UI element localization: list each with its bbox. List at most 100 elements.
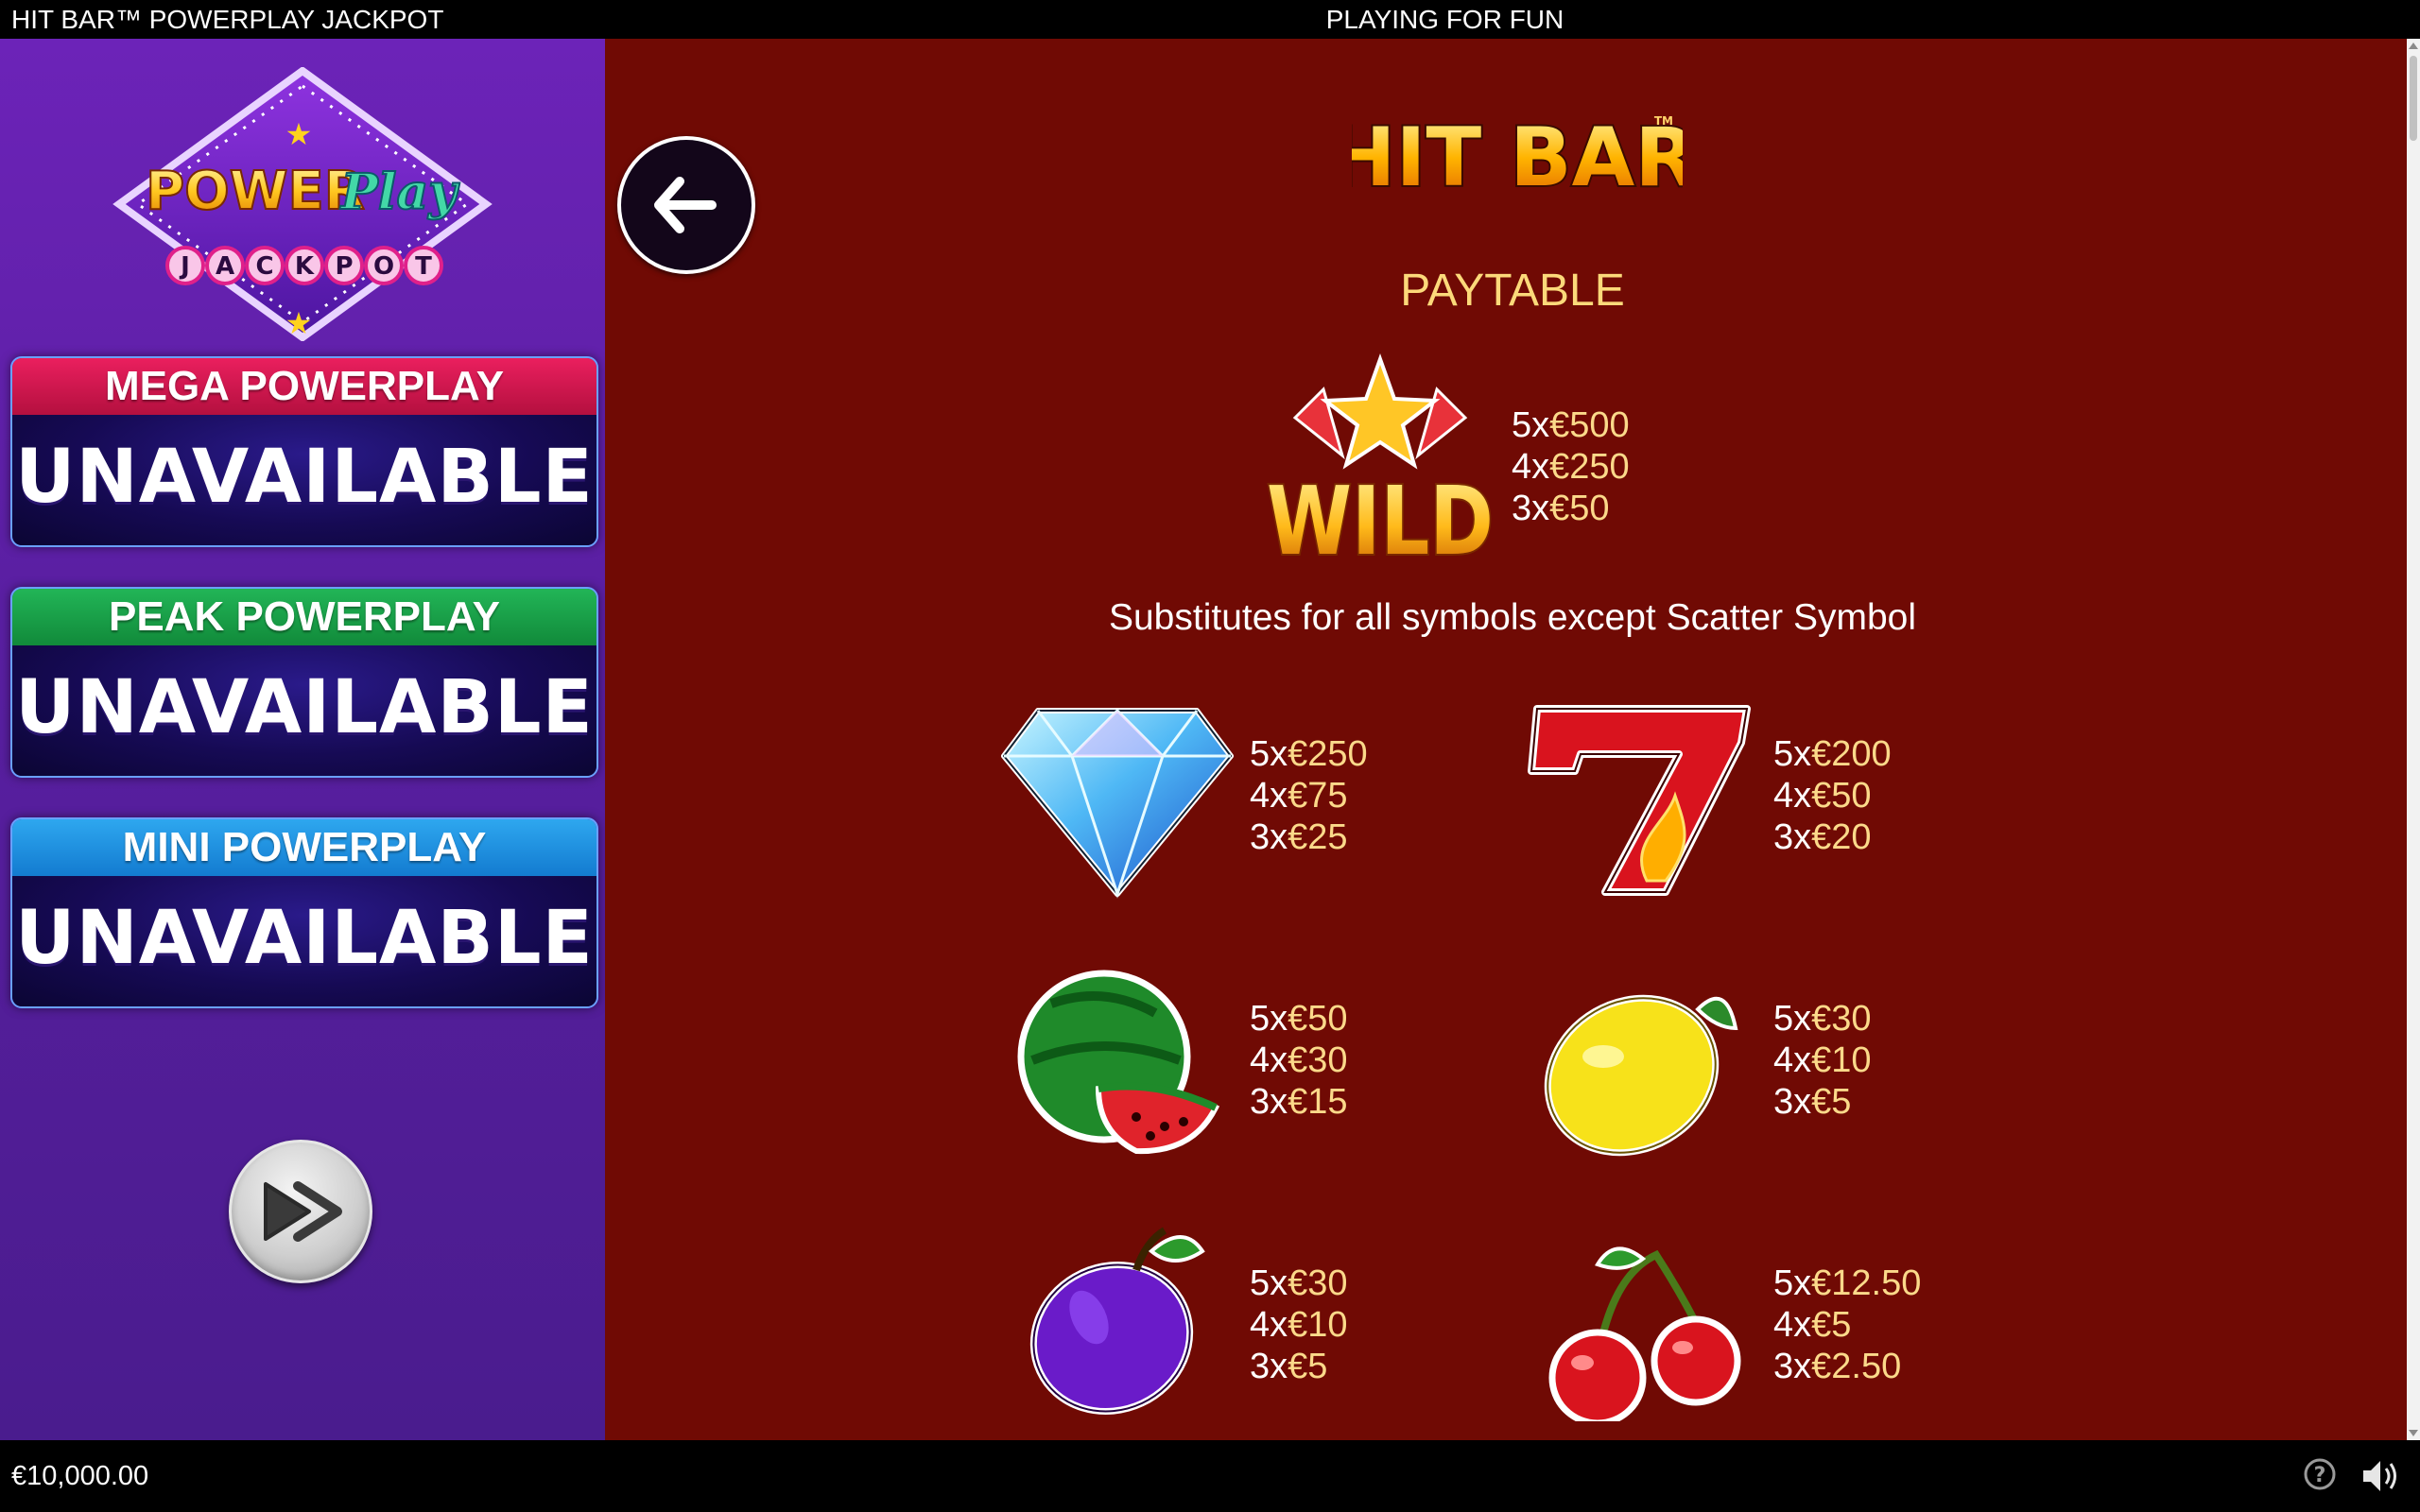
arrow-left-icon bbox=[654, 177, 717, 233]
pay-amount: €75 bbox=[1288, 776, 1348, 816]
trademark-text: TM bbox=[1654, 114, 1673, 128]
diamond-pays: 5x€250 4x€75 3x€25 bbox=[1250, 733, 1368, 858]
back-button[interactable] bbox=[617, 136, 755, 274]
scrollbar[interactable] bbox=[2407, 39, 2420, 1440]
jackpot-status: UNAVAILABLE bbox=[12, 415, 596, 545]
pay-mult: 3x bbox=[1773, 1082, 1812, 1122]
pay-row: 5x€200 bbox=[1773, 733, 1892, 775]
lemon-pays: 5x€30 4x€10 3x€5 bbox=[1773, 998, 1872, 1123]
cherry-pays: 5x€12.50 4x€5 3x€2.50 bbox=[1773, 1263, 1921, 1387]
hit-bar-logo: HIT BAR TM bbox=[1326, 100, 1700, 207]
seven-pays: 5x€200 4x€50 3x€20 bbox=[1773, 733, 1892, 858]
pay-row: 4x€10 bbox=[1250, 1304, 1348, 1346]
pay-amount: €15 bbox=[1288, 1082, 1348, 1122]
pay-row: 5x€500 bbox=[1512, 404, 1630, 446]
balance-display: €10,000.00 bbox=[11, 1461, 149, 1491]
scroll-up-arrow-icon[interactable] bbox=[2409, 43, 2418, 49]
pay-mult: 5x bbox=[1773, 999, 1812, 1039]
pay-amount: €25 bbox=[1288, 817, 1348, 857]
pay-mult: 4x bbox=[1773, 1305, 1812, 1345]
pay-row: 4x€10 bbox=[1773, 1040, 1872, 1081]
pay-mult: 3x bbox=[1250, 1347, 1288, 1386]
top-bar: HIT BAR™ POWERPLAY JACKPOT PLAYING FOR F… bbox=[0, 0, 2420, 39]
wild-description: Substitutes for all symbols except Scatt… bbox=[1108, 597, 1917, 638]
mode-text: PLAYING FOR FUN bbox=[1325, 5, 1564, 34]
pay-mult: 5x bbox=[1512, 405, 1550, 445]
pay-amount: €50 bbox=[1288, 999, 1348, 1039]
pay-mult: 4x bbox=[1773, 776, 1812, 816]
fast-forward-icon bbox=[264, 1181, 342, 1242]
pay-row: 5x€30 bbox=[1773, 998, 1872, 1040]
wild-pays: 5x€500 4x€250 3x€50 bbox=[1512, 404, 1630, 529]
pay-mult: 3x bbox=[1250, 1082, 1288, 1122]
jackpot-status: UNAVAILABLE bbox=[12, 876, 596, 1006]
pay-row: 4x€250 bbox=[1512, 446, 1630, 488]
pay-row: 4x€30 bbox=[1250, 1040, 1348, 1081]
plum-symbol bbox=[1023, 1223, 1212, 1416]
pay-mult: 3x bbox=[1250, 817, 1288, 857]
cherry-symbol bbox=[1539, 1236, 1747, 1427]
wild-symbol-label: WILD bbox=[1267, 466, 1494, 571]
game-title: HIT BAR™ POWERPLAY JACKPOT bbox=[11, 5, 444, 34]
jackpot-status: UNAVAILABLE bbox=[12, 645, 596, 776]
pay-row: 3x€50 bbox=[1512, 488, 1630, 529]
pay-amount: €5 bbox=[1811, 1082, 1852, 1122]
pay-amount: €200 bbox=[1811, 734, 1892, 774]
bottom-bar: €10,000.00 ? bbox=[0, 1440, 2420, 1512]
pay-row: 5x€30 bbox=[1250, 1263, 1348, 1304]
pay-mult: 5x bbox=[1773, 734, 1812, 774]
pay-mult: 5x bbox=[1250, 734, 1288, 774]
pay-mult: 4x bbox=[1250, 776, 1288, 816]
lemon-symbol bbox=[1537, 971, 1745, 1157]
plum-pays: 5x€30 4x€10 3x€5 bbox=[1250, 1263, 1348, 1387]
pay-mult: 3x bbox=[1512, 489, 1550, 528]
pay-amount: €10 bbox=[1288, 1305, 1348, 1345]
hit-bar-logo-text: HIT BAR bbox=[1352, 111, 1683, 204]
pay-amount: €20 bbox=[1811, 817, 1872, 857]
pay-row: 3x€25 bbox=[1250, 816, 1368, 858]
pay-row: 3x€2.50 bbox=[1773, 1346, 1921, 1387]
pay-row: 5x€12.50 bbox=[1773, 1263, 1921, 1304]
pay-row: 3x€5 bbox=[1250, 1346, 1348, 1387]
paytable-heading: PAYTABLE bbox=[1400, 266, 1625, 316]
pay-mult: 4x bbox=[1250, 1305, 1288, 1345]
pay-amount: €50 bbox=[1811, 776, 1872, 816]
pay-amount: €5 bbox=[1811, 1305, 1852, 1345]
pay-amount: €250 bbox=[1288, 734, 1368, 774]
pay-mult: 3x bbox=[1773, 817, 1812, 857]
jackpot-name: MEGA POWERPLAY bbox=[12, 358, 596, 415]
pay-row: 3x€5 bbox=[1773, 1081, 1872, 1123]
speaker-icon[interactable] bbox=[2360, 1457, 2403, 1495]
pay-amount: €500 bbox=[1549, 405, 1630, 445]
pay-mult: 5x bbox=[1250, 999, 1288, 1039]
logo-play-text: Play bbox=[339, 163, 461, 221]
pay-mult: 4x bbox=[1512, 447, 1550, 487]
question-circle-icon[interactable]: ? bbox=[2303, 1457, 2337, 1491]
pay-amount: €30 bbox=[1288, 1040, 1348, 1080]
mini-powerplay-card: MINI POWERPLAY UNAVAILABLE bbox=[10, 817, 598, 1008]
svg-text:★: ★ bbox=[285, 116, 313, 152]
play-button[interactable] bbox=[229, 1140, 372, 1283]
pay-mult: 4x bbox=[1773, 1040, 1812, 1080]
scroll-down-arrow-icon[interactable] bbox=[2409, 1430, 2418, 1436]
seven-symbol bbox=[1524, 701, 1754, 900]
pay-mult: 5x bbox=[1773, 1263, 1812, 1303]
pay-amount: €5 bbox=[1288, 1347, 1328, 1386]
mega-powerplay-card: MEGA POWERPLAY UNAVAILABLE bbox=[10, 356, 598, 547]
pay-row: 3x€15 bbox=[1250, 1081, 1348, 1123]
pay-mult: 4x bbox=[1250, 1040, 1288, 1080]
pay-row: 4x€50 bbox=[1773, 775, 1892, 816]
pay-amount: €30 bbox=[1288, 1263, 1348, 1303]
pay-row: 4x€5 bbox=[1773, 1304, 1921, 1346]
jackpot-name: MINI POWERPLAY bbox=[12, 819, 596, 876]
pay-row: 5x€250 bbox=[1250, 733, 1368, 775]
pay-mult: 5x bbox=[1250, 1263, 1288, 1303]
scroll-thumb[interactable] bbox=[2410, 56, 2417, 141]
pay-row: 5x€50 bbox=[1250, 998, 1348, 1040]
pay-amount: €2.50 bbox=[1811, 1347, 1902, 1386]
pay-amount: €50 bbox=[1549, 489, 1610, 528]
pay-amount: €250 bbox=[1549, 447, 1630, 487]
watermelon-pays: 5x€50 4x€30 3x€15 bbox=[1250, 998, 1348, 1123]
pay-amount: €10 bbox=[1811, 1040, 1872, 1080]
pay-row: 3x€20 bbox=[1773, 816, 1892, 858]
